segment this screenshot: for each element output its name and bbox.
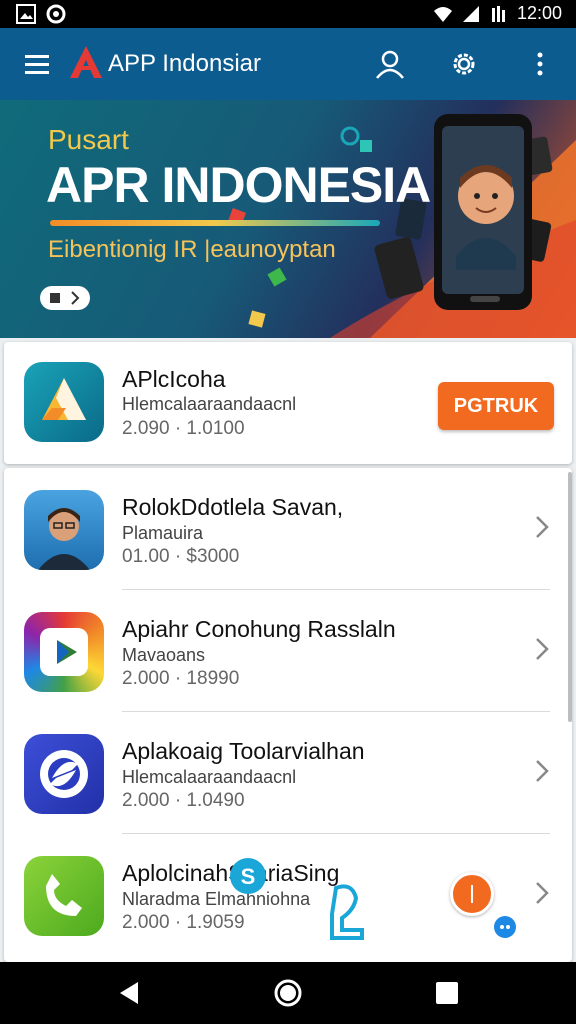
list-item-name: RolokDdotlela Savan,	[122, 494, 344, 520]
sync-app-icon	[24, 734, 104, 814]
list-item-name: Apiahr Conohung Rasslaln	[122, 616, 396, 642]
list-item-developer: Hlemcalaaraandaacnl	[122, 767, 297, 787]
list-item-app-2[interactable]: Apiahr Conohung Rasslaln Mavaoans 2.000 …	[4, 590, 572, 712]
system-nav-bar	[0, 962, 576, 1024]
list-item-developer: Mavaoans	[122, 645, 206, 665]
featured-app-name: APlcIcoha	[122, 366, 226, 392]
floating-action-button[interactable]	[450, 872, 494, 916]
promo-banner[interactable]: Pusart APR INDONESIA Eibentionig IR |eau…	[0, 100, 576, 338]
recents-icon[interactable]	[430, 976, 464, 1010]
list-item-app-4[interactable]: AplolcinahSkariaSing Nlaradma Elmahniohn…	[4, 834, 572, 956]
signal-icon	[462, 5, 479, 22]
app-title: APP Indonsiar	[108, 50, 261, 77]
banner-kicker: Pusart	[48, 124, 129, 155]
list-item-stats: 2.000 · 1.0490	[122, 790, 245, 811]
chevron-right-icon	[536, 516, 549, 538]
list-item-stats: 2.000 · 18990	[122, 668, 240, 689]
chevron-right-icon	[536, 882, 549, 904]
banner-subtitle: Eibentionig IR |eaunoyptan	[48, 236, 336, 263]
banner-more-chip[interactable]	[40, 286, 90, 310]
menu-icon[interactable]	[24, 52, 52, 76]
list-item-app-1[interactable]: RolokDdotlela Savan, Plamauira 01.00 · $…	[4, 468, 572, 590]
scrollbar[interactable]	[568, 472, 572, 722]
gallery-notification-icon	[16, 4, 36, 24]
featured-app-card[interactable]: APlcIcoha Hlemcalaaraandaacnl 2.090 · 1.…	[4, 342, 572, 464]
featured-app-developer: Hlemcalaaraandaacnl	[122, 394, 297, 414]
list-item-stats: 01.00 · $3000	[122, 546, 240, 567]
banner-divider	[50, 220, 380, 226]
featured-app-icon	[24, 362, 104, 442]
play-app-icon	[24, 612, 104, 692]
settings-gear-icon[interactable]	[446, 46, 482, 82]
back-icon[interactable]	[112, 976, 146, 1010]
chat-badge-icon	[494, 916, 516, 938]
account-icon[interactable]	[372, 46, 408, 82]
overlay-decoration-icons: S	[230, 858, 364, 940]
home-icon[interactable]	[271, 976, 305, 1010]
app-logo-icon	[70, 46, 102, 78]
chevron-right-icon	[536, 638, 549, 660]
status-time: 12:00	[516, 3, 562, 23]
app-list: RolokDdotlela Savan, Plamauira 01.00 · $…	[4, 468, 572, 962]
status-bar: 12:00	[0, 0, 576, 28]
sync-notification-icon	[46, 4, 66, 24]
list-item-name: Aplakoaig Toolarvialhan	[122, 738, 365, 764]
puzzle-arrow-icon	[50, 291, 80, 305]
featured-app-stats: 2.090 · 1.0100	[122, 418, 245, 439]
banner-headline: APR INDONESIA	[46, 157, 431, 213]
list-item-app-3[interactable]: Aplakoaig Toolarvialhan Hlemcalaaraandaa…	[4, 712, 572, 834]
add-icon	[471, 885, 473, 903]
developer-avatar	[24, 490, 104, 570]
battery-icon	[491, 5, 505, 22]
wifi-icon	[433, 6, 452, 22]
svg-text:S: S	[241, 864, 256, 889]
install-button[interactable]: PGTRUK	[438, 382, 554, 430]
phone-app-icon	[24, 856, 104, 936]
chevron-right-icon	[536, 760, 549, 782]
list-item-developer: Plamauira	[122, 523, 204, 543]
more-options-icon[interactable]	[522, 46, 558, 82]
app-bar: APP Indonsiar	[0, 28, 576, 100]
